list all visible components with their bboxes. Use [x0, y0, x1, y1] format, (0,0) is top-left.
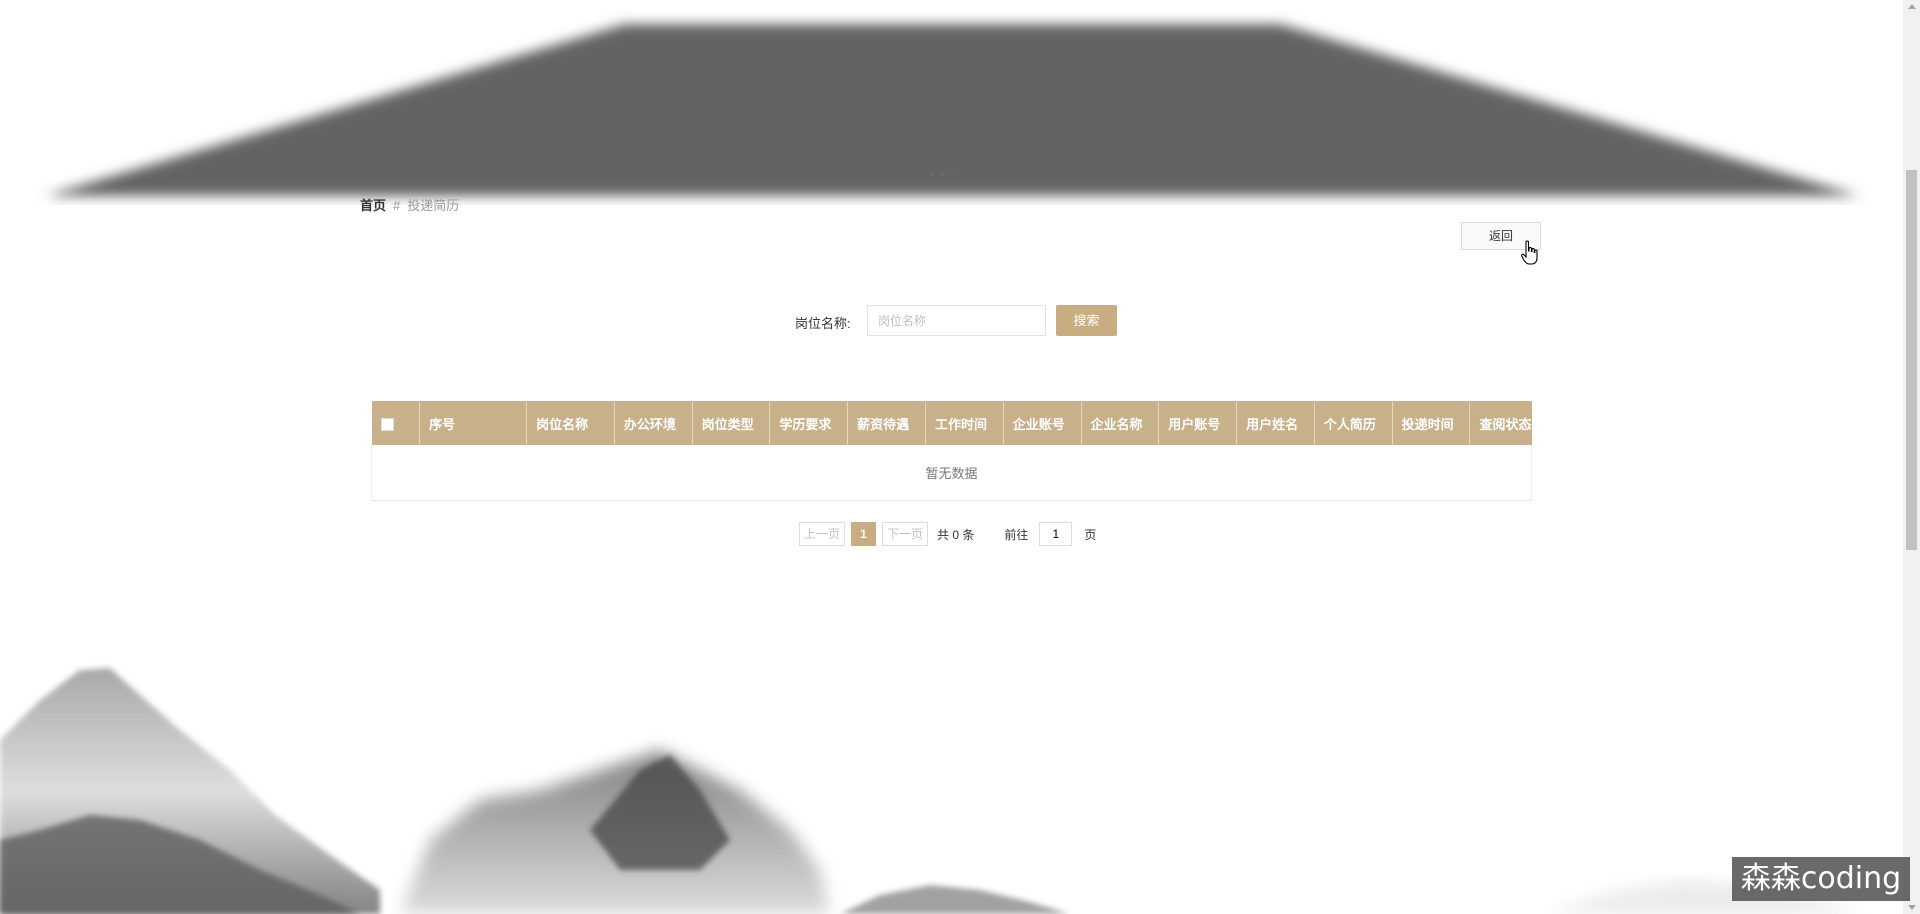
- breadcrumb-home[interactable]: 首页: [360, 198, 386, 213]
- col-resume[interactable]: 个人简历: [1314, 401, 1393, 445]
- breadcrumb: 首页 # 投递简历: [360, 195, 459, 214]
- col-index[interactable]: 序号: [419, 401, 528, 445]
- breadcrumb-separator: #: [393, 198, 401, 213]
- col-education[interactable]: 学历要求: [769, 401, 849, 445]
- search-button[interactable]: 搜索: [1056, 305, 1117, 336]
- watermark: 森森coding: [1732, 857, 1910, 901]
- empty-message: 暂无数据: [371, 445, 1532, 501]
- goto-page-input[interactable]: [1039, 522, 1073, 546]
- select-all-checkbox[interactable]: [380, 417, 394, 431]
- goto-label: 前往: [1004, 527, 1029, 542]
- col-review-status[interactable]: 查阅状态: [1470, 401, 1531, 445]
- position-name-search-input[interactable]: [867, 305, 1046, 336]
- mountain-background: [0, 668, 1860, 914]
- scroll-up-arrow-icon[interactable]: [1908, 4, 1916, 9]
- page-number-current[interactable]: 1: [851, 522, 877, 546]
- col-position-type[interactable]: 岗位类型: [692, 401, 771, 445]
- col-position-name[interactable]: 岗位名称: [526, 401, 615, 445]
- total-count: 共 0 条: [937, 527, 975, 542]
- breadcrumb-current: 投递简历: [407, 198, 460, 213]
- col-salary[interactable]: 薪资待遇: [847, 401, 926, 445]
- col-company-name[interactable]: 企业名称: [1081, 401, 1160, 445]
- col-user-name[interactable]: 用户姓名: [1236, 401, 1315, 445]
- scrollbar-thumb[interactable]: [1906, 170, 1917, 550]
- next-page-button[interactable]: 下一页: [882, 522, 929, 546]
- resume-table: 序号 岗位名称 办公环境 岗位类型 学历要求 薪资待遇 工作时间 企业账号 企业…: [371, 401, 1532, 501]
- table-row: 暂无数据: [371, 445, 1532, 501]
- search-label: 岗位名称:: [795, 316, 851, 331]
- vertical-scrollbar[interactable]: [1903, 0, 1920, 914]
- select-all-cell: [371, 401, 421, 445]
- hand-cursor-icon: [1521, 240, 1538, 265]
- col-submit-time[interactable]: 投递时间: [1392, 401, 1471, 445]
- page: ··· 首页#投递简历 返回 岗位名称: 搜索 序号 岗位名称 办公环境 岗位类…: [0, 0, 1920, 914]
- col-work-time[interactable]: 工作时间: [925, 401, 1004, 445]
- banner-dots: ···: [930, 166, 960, 180]
- scroll-down-arrow-icon[interactable]: [1908, 905, 1916, 910]
- col-company-account[interactable]: 企业账号: [1003, 401, 1082, 445]
- col-office-environment[interactable]: 办公环境: [614, 401, 693, 445]
- page-suffix: 页: [1084, 527, 1097, 542]
- pagination: 上一页 1 下一页 共 0 条 前往 页: [799, 522, 1096, 546]
- prev-page-button[interactable]: 上一页: [799, 522, 846, 546]
- table-header-row: 序号 岗位名称 办公环境 岗位类型 学历要求 薪资待遇 工作时间 企业账号 企业…: [371, 401, 1532, 445]
- col-user-account[interactable]: 用户账号: [1158, 401, 1238, 445]
